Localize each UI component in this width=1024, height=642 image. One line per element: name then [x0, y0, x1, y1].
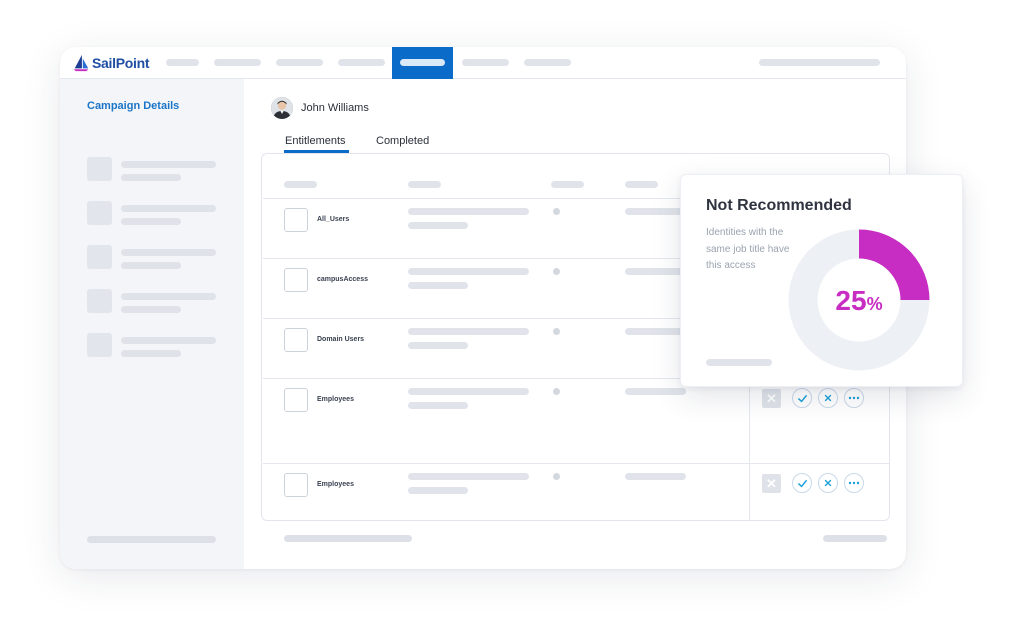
sidebar-item[interactable]	[87, 201, 217, 227]
column-header	[551, 181, 584, 188]
row-checkbox[interactable]	[284, 328, 308, 352]
user-name: John Williams	[301, 102, 369, 114]
row-checkbox[interactable]	[284, 208, 308, 232]
row-checkbox[interactable]	[284, 473, 308, 497]
row-checkbox[interactable]	[284, 388, 308, 412]
row-label: Employees	[317, 481, 354, 488]
nav-item-1[interactable]	[166, 59, 199, 66]
nav-item-2[interactable]	[214, 59, 261, 66]
sidebar: Campaign Details	[60, 79, 244, 569]
logo[interactable]: SailPoint	[72, 54, 150, 72]
column-header	[284, 181, 317, 188]
row-checkbox[interactable]	[284, 268, 308, 292]
row-label: Employees	[317, 396, 354, 403]
pagination[interactable]	[284, 535, 412, 542]
row-label: All_Users	[317, 216, 350, 223]
nav-item-7[interactable]	[524, 59, 571, 66]
sidebar-item[interactable]	[87, 333, 217, 359]
page-info	[823, 535, 887, 542]
more-icon[interactable]	[844, 388, 864, 408]
x-icon[interactable]: ✕	[762, 473, 781, 493]
donut-value-arc	[858, 229, 930, 301]
nav-item-active[interactable]	[392, 47, 453, 79]
check-icon[interactable]	[792, 388, 812, 408]
logo-text: SailPoint	[92, 55, 150, 71]
nav-item-3[interactable]	[276, 59, 323, 66]
row-label: Domain Users	[317, 336, 365, 343]
tab-entitlements[interactable]: Entitlements	[285, 135, 346, 147]
check-icon[interactable]	[792, 473, 812, 493]
nav-item-4[interactable]	[338, 59, 385, 66]
nav-user-menu[interactable]	[759, 59, 880, 66]
popup-description: Identities with the same job title have …	[706, 227, 790, 271]
column-header	[408, 181, 441, 188]
close-icon[interactable]	[818, 473, 838, 493]
user-photo-icon	[271, 97, 293, 119]
row-actions: ✕	[762, 388, 864, 408]
percentage-donut: 25%	[788, 229, 930, 371]
sidebar-title[interactable]: Campaign Details	[87, 100, 179, 112]
sidebar-item[interactable]	[87, 157, 217, 183]
sidebar-item[interactable]	[87, 245, 217, 271]
recommendation-popup: Not Recommended Identities with the same…	[680, 174, 963, 387]
tab-completed[interactable]: Completed	[376, 135, 429, 147]
row-label: campusAccess	[317, 276, 368, 283]
nav-item-6[interactable]	[462, 59, 509, 66]
avatar	[271, 97, 293, 119]
top-navbar: SailPoint	[60, 47, 906, 79]
sailpoint-logo-icon	[73, 54, 89, 72]
row-actions: ✕	[762, 473, 864, 493]
user-header: John Williams	[271, 97, 369, 119]
x-icon[interactable]: ✕	[762, 388, 781, 408]
popup-footer	[706, 359, 772, 366]
column-header	[625, 181, 658, 188]
percent-label: 25%	[835, 285, 882, 316]
sidebar-footer	[87, 536, 216, 543]
close-icon[interactable]	[818, 388, 838, 408]
popup-title: Not Recommended	[706, 197, 852, 214]
sidebar-item[interactable]	[87, 289, 217, 315]
more-icon[interactable]	[844, 473, 864, 493]
